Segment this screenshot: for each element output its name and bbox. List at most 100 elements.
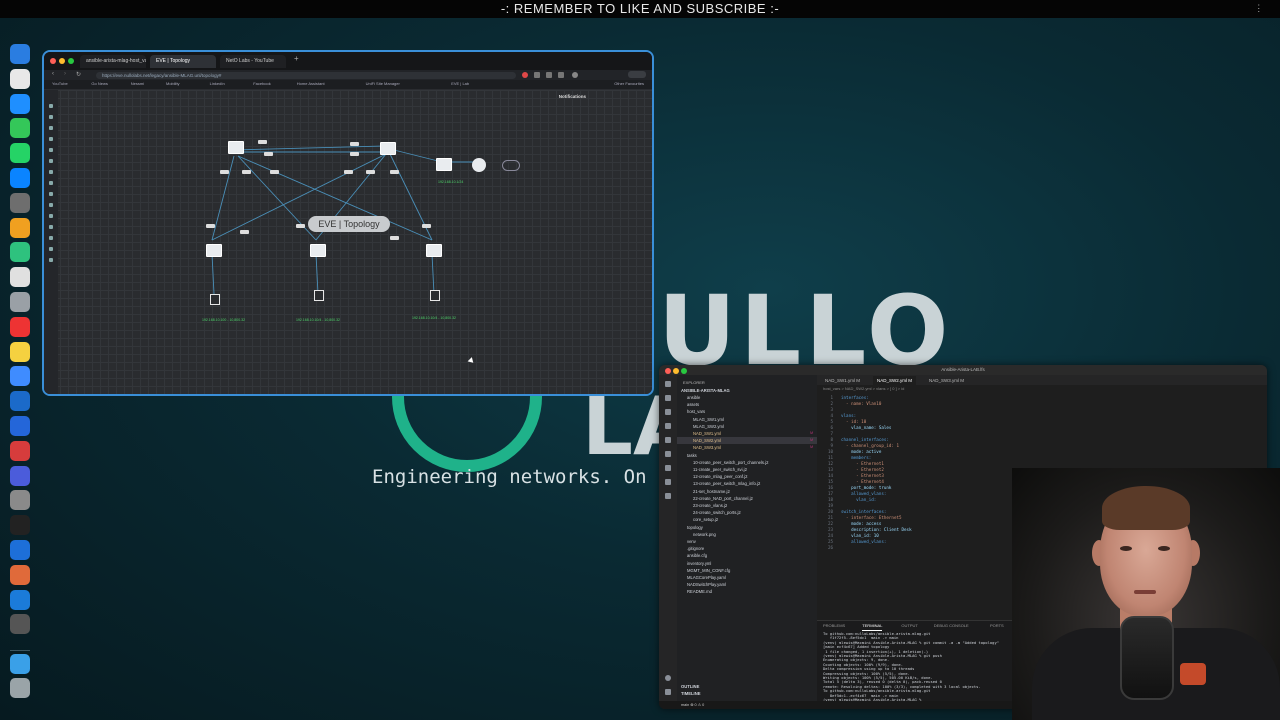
explorer-item[interactable]: MLAG_SW2.yml [677, 423, 817, 430]
run-debug-icon[interactable] [665, 423, 671, 429]
panel-tab[interactable]: DEBUG CONSOLE [934, 621, 969, 630]
reminders-icon[interactable] [10, 316, 30, 337]
bookmark-link[interactable]: LinkedIn [210, 81, 225, 86]
explorer-item[interactable]: 12-create_mlag_peer_conf.j2 [677, 473, 817, 480]
minimize-window-icon[interactable] [673, 368, 679, 374]
remote-desktop-icon[interactable] [10, 465, 30, 486]
maps-icon[interactable] [10, 366, 30, 387]
notes-icon[interactable] [10, 341, 30, 362]
switch-node[interactable] [426, 244, 442, 257]
downloads-folder-icon[interactable] [10, 654, 30, 674]
host-node[interactable] [430, 290, 440, 301]
opera-icon[interactable] [10, 440, 30, 461]
explorer-item[interactable]: 13-create_peer_switch_mlag_info.j2 [677, 480, 817, 487]
explorer-item[interactable]: 22-create_NAD_port_channel.j2 [677, 495, 817, 502]
explorer-item[interactable]: NAD_SW2.yml M [677, 437, 817, 445]
extension-icon[interactable] [534, 72, 540, 78]
explorer-item[interactable]: venv [677, 538, 817, 545]
docker-icon[interactable] [665, 479, 671, 485]
contacts-icon[interactable] [10, 292, 30, 312]
1password-icon[interactable] [10, 540, 30, 560]
system-prefs-icon[interactable] [10, 490, 30, 511]
activity-icon[interactable] [10, 614, 30, 635]
bookmark-link[interactable]: Home Assistant [297, 81, 325, 86]
whatsapp-icon[interactable] [10, 143, 30, 164]
timeline-section[interactable]: TIMELINE [681, 690, 701, 697]
switch-node[interactable] [436, 158, 452, 171]
extensions-icon[interactable] [665, 437, 671, 443]
host-node[interactable] [314, 290, 324, 301]
address-bar[interactable]: https://eve.nullolabs.net/legacy/ansible… [96, 72, 516, 79]
browser-window[interactable]: ansible-arista-mlag-host_vars EVE | Topo… [42, 50, 654, 396]
settings-gear-icon[interactable] [665, 689, 671, 695]
bookmark-link[interactable]: Facebook [253, 81, 271, 86]
editor-tab[interactable]: NAD_SW3.yml M [925, 376, 968, 385]
new-tab-icon[interactable]: + [294, 54, 299, 63]
finder-icon[interactable] [10, 44, 30, 64]
source-control-icon[interactable] [665, 409, 671, 415]
chat-button[interactable] [628, 71, 646, 78]
router-node[interactable] [472, 158, 486, 172]
reload-icon[interactable]: ↻ [76, 71, 81, 78]
forward-icon[interactable]: › [64, 71, 66, 77]
explorer-item[interactable]: network.png [677, 531, 817, 538]
zoom-window-icon[interactable] [681, 368, 687, 374]
browser-tab[interactable]: NetO Labs - YouTube [220, 55, 286, 68]
browser-icon[interactable] [10, 564, 30, 585]
settings-icon[interactable] [10, 192, 30, 213]
chrome-icon[interactable] [10, 68, 30, 89]
explorer-item[interactable]: tasks [677, 452, 817, 459]
extension-icon[interactable] [546, 72, 552, 78]
files-icon[interactable] [665, 381, 671, 387]
minimize-window-icon[interactable] [59, 58, 65, 64]
explorer-item[interactable]: MGMT_MIN_CONF.cfg [677, 567, 817, 574]
cloud-node[interactable] [502, 160, 520, 171]
explorer-item[interactable]: ansible [677, 394, 817, 401]
explorer-item[interactable]: MLAG_SW1.yml [677, 416, 817, 423]
explorer-item[interactable]: host_vars [677, 408, 817, 415]
explorer-item[interactable]: NADSwitchPlay.yaml [677, 581, 817, 588]
edge-icon[interactable] [10, 391, 30, 412]
testing-icon[interactable] [665, 465, 671, 471]
panel-tab[interactable]: PROBLEMS [823, 621, 845, 630]
editor-tab[interactable]: NAD_SW1.yml M [821, 376, 864, 385]
explorer-item[interactable]: core_setup.j2 [677, 516, 817, 523]
bookmark-link[interactable]: Mobility [166, 81, 180, 86]
panel-tab[interactable]: PORTS [990, 621, 1004, 630]
explorer-item[interactable]: 23-create_vlans.j2 [677, 502, 817, 509]
explorer-item[interactable]: 21-set_hostname.j2 [677, 488, 817, 495]
close-window-icon[interactable] [50, 58, 56, 64]
vscode-search-box[interactable]: Ansible-Arista-LAB.lfs [941, 367, 985, 372]
panel-tab[interactable]: TERMINAL [862, 621, 883, 631]
remote-explorer-icon[interactable] [665, 451, 671, 457]
panel-tab[interactable]: OUTPUT [901, 621, 917, 630]
explorer-item[interactable]: NAD_SW3.yml M [677, 444, 817, 451]
browser-tab-active[interactable]: EVE | Topology [150, 55, 216, 68]
app-store-icon[interactable] [10, 93, 30, 114]
facetime-icon[interactable] [10, 242, 30, 263]
account-icon[interactable] [665, 675, 671, 681]
explorer-item[interactable]: ansible.cfg [677, 552, 817, 559]
browser-tab[interactable]: ansible-arista-mlag-host_vars [80, 55, 146, 68]
eve-topology-canvas[interactable]: Notifications 192.168.10.1/24 192.168.10… [44, 90, 652, 394]
project-root[interactable]: ANSIBLE-ARISTA-MLAG [681, 387, 730, 394]
photos-icon[interactable] [10, 217, 30, 238]
outlook-icon[interactable] [10, 416, 30, 436]
editor-tab-active[interactable]: NAD_SW2.yml M [873, 376, 917, 385]
other-favourites-link[interactable]: Other Favourites [614, 81, 644, 86]
search-icon[interactable] [665, 395, 671, 401]
messages-icon[interactable] [10, 118, 30, 139]
explorer-item[interactable]: 11-create_peer_switch_svi.j2 [677, 466, 817, 473]
explorer-item[interactable]: assets [677, 401, 817, 408]
explorer-item[interactable]: 24-create_switch_ports.j2 [677, 509, 817, 516]
explorer-item[interactable]: README.md [677, 588, 817, 595]
extension-icon[interactable] [522, 72, 528, 78]
zoom-window-icon[interactable] [68, 58, 74, 64]
bookmark-link[interactable]: Nessmi [131, 81, 144, 86]
bookmark-link[interactable]: UniFi Site Manager [366, 81, 400, 86]
outline-section[interactable]: OUTLINE [681, 683, 699, 690]
bookmark-link[interactable]: Go News [91, 81, 107, 86]
explorer-item[interactable]: inventory.yml [677, 560, 817, 567]
explorer-item[interactable]: .gitignore [677, 545, 817, 552]
vscode-icon[interactable] [10, 589, 30, 610]
